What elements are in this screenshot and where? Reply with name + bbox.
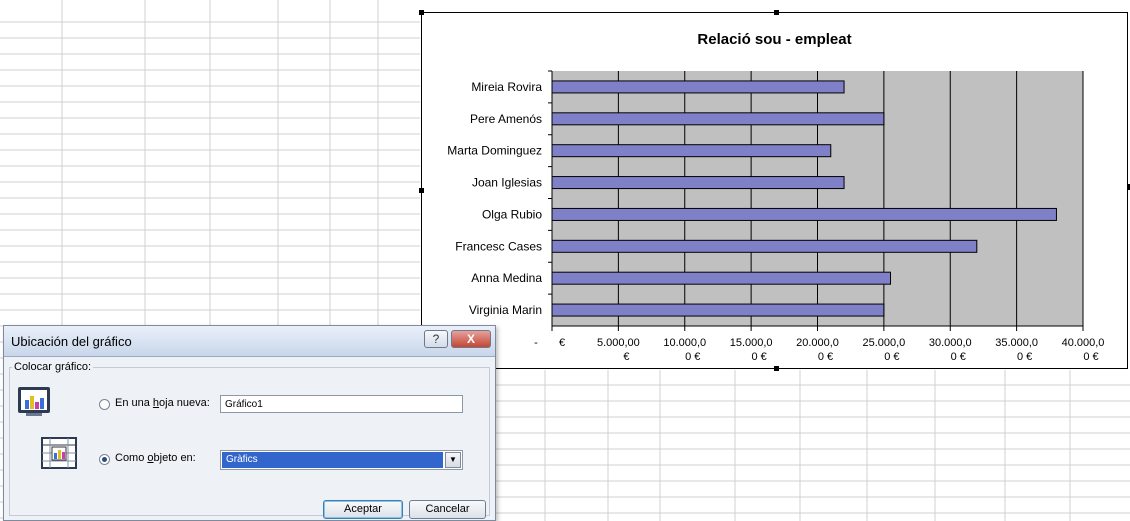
bar bbox=[551, 271, 892, 285]
dialog-title: Ubicación del gráfico bbox=[11, 334, 132, 349]
bar bbox=[551, 176, 845, 190]
object-sheet-select[interactable]: Gràfics ▼ bbox=[220, 450, 463, 470]
dialog-titlebar[interactable]: Ubicación del gráfico ? X bbox=[4, 326, 495, 357]
chart-handle-bottom-middle[interactable] bbox=[774, 366, 779, 371]
y-category-label: Virginia Marin bbox=[469, 303, 542, 317]
y-category-label: Marta Dominguez bbox=[447, 144, 542, 158]
y-category-label: Francesc Cases bbox=[455, 239, 542, 253]
object-label-prefix: Como bbox=[115, 452, 148, 464]
object-label-suffix: bjeto en: bbox=[153, 452, 196, 464]
new-sheet-label-suffix: oja nueva: bbox=[159, 397, 210, 409]
bar bbox=[551, 80, 845, 94]
y-category-label: Mireia Rovira bbox=[471, 80, 542, 94]
x-tick-label: 35.000,0 0 € bbox=[995, 337, 1038, 363]
new-sheet-radio[interactable] bbox=[99, 399, 110, 410]
close-button[interactable]: X bbox=[451, 330, 491, 348]
embedded-chart-icon bbox=[41, 437, 77, 469]
new-sheet-label[interactable]: En una hoja nueva: bbox=[115, 397, 210, 409]
x-tick-label: 30.000,0 0 € bbox=[929, 337, 972, 363]
help-button[interactable]: ? bbox=[424, 330, 448, 348]
new-sheet-chart-icon bbox=[18, 387, 50, 416]
chart-handle-top-middle[interactable] bbox=[774, 10, 779, 15]
placement-group bbox=[9, 367, 490, 516]
object-radio[interactable] bbox=[99, 454, 110, 465]
chart-object[interactable]: Relació sou - empleat - €5.000,00 €10.000,… bbox=[421, 12, 1128, 369]
object-label[interactable]: Como objeto en: bbox=[115, 452, 196, 464]
chevron-down-icon[interactable]: ▼ bbox=[445, 452, 461, 468]
bar bbox=[551, 303, 885, 317]
y-category-label: Pere Amenós bbox=[470, 112, 542, 126]
x-tick-label: 5.000,00 € bbox=[597, 337, 640, 363]
x-tick-label: - € bbox=[534, 337, 565, 349]
object-sheet-value: Gràfics bbox=[222, 452, 443, 468]
x-tick-label: 40.000,0 0 € bbox=[1062, 337, 1105, 363]
y-category-label: Anna Medina bbox=[471, 271, 542, 285]
new-sheet-name-input[interactable] bbox=[220, 395, 463, 413]
bar bbox=[551, 144, 832, 158]
placement-group-label: Colocar gráfico: bbox=[12, 361, 94, 373]
chart-handle-middle-left[interactable] bbox=[419, 188, 424, 193]
chart-handle-top-left[interactable] bbox=[419, 10, 424, 15]
accept-button[interactable]: Aceptar bbox=[323, 500, 403, 519]
y-category-label: Joan Iglesias bbox=[472, 176, 542, 190]
cancel-button[interactable]: Cancelar bbox=[409, 500, 486, 519]
bar bbox=[551, 207, 1057, 221]
x-tick-label: 20.000,0 0 € bbox=[796, 337, 839, 363]
chart-location-dialog: Ubicación del gráfico ? X Colocar gráfic… bbox=[3, 325, 496, 521]
new-sheet-label-prefix: En una bbox=[115, 397, 153, 409]
bar-chart[interactable]: - € 5.000,00 € 10.000,0 0 € 15.000,0 0 € 20.000,… bbox=[422, 13, 1129, 370]
x-tick-label: 10.000,0 0 € bbox=[663, 337, 706, 363]
y-category-label: Olga Rubio bbox=[482, 207, 542, 221]
bar bbox=[551, 112, 885, 126]
x-tick-label: 15.000,0 0 € bbox=[730, 337, 773, 363]
x-tick-label: 25.000,0 0 € bbox=[862, 337, 905, 363]
bar bbox=[551, 239, 978, 253]
